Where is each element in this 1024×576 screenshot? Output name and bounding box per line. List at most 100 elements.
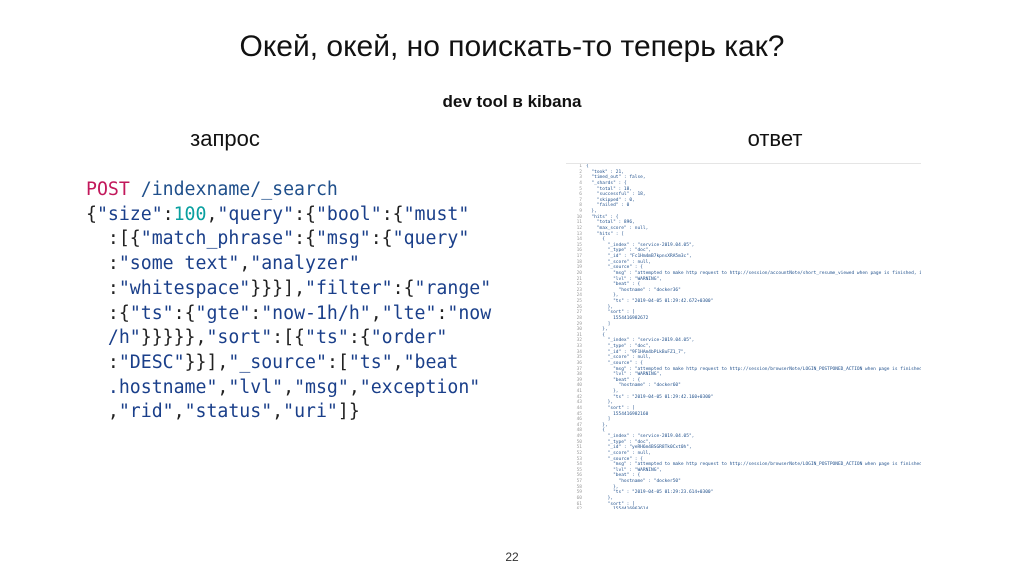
response-code-line: 62 1554416963614 bbox=[566, 507, 921, 509]
code-token: "msg" bbox=[294, 376, 349, 398]
response-code-text: "hostname" : "docker36" bbox=[586, 287, 681, 293]
code-token: "sort" bbox=[206, 327, 273, 349]
code-token: : bbox=[436, 302, 448, 324]
code-token: "lvl" bbox=[228, 376, 284, 398]
code-token: , bbox=[348, 376, 360, 398]
code-token: , bbox=[86, 401, 119, 423]
response-code-text: "_source" : { bbox=[586, 265, 643, 271]
code-token: "beat bbox=[403, 351, 459, 373]
code-token: "must" bbox=[403, 203, 470, 225]
code-token: }}], bbox=[184, 351, 229, 373]
code-token: "match_phrase" bbox=[140, 228, 295, 250]
code-token: :{ bbox=[294, 203, 316, 225]
code-token: :{ bbox=[86, 302, 130, 324]
response-code-text: "sort" : [ bbox=[586, 310, 635, 316]
response-code-text: }, bbox=[586, 484, 619, 490]
response-code-text: 1554416982160 bbox=[586, 411, 649, 417]
response-code-text: { bbox=[586, 428, 605, 434]
response-code-block: 1{2 "took" : 21, 3 "timed_out" : false, 4 … bbox=[566, 164, 921, 509]
response-code-text: "beat" : { bbox=[586, 473, 641, 479]
response-code-text: "msg" : "attempted to make http request … bbox=[586, 462, 921, 468]
slide-subtitle: dev tool в kibana bbox=[442, 92, 582, 111]
code-token: : bbox=[86, 351, 119, 373]
response-code-text: "total" : 18, bbox=[586, 186, 633, 192]
response-code-text: }, bbox=[586, 400, 614, 406]
response-code-text: "_index" : "service-2019.04.05", bbox=[586, 242, 695, 248]
response-code-text: "_type" : "doc", bbox=[586, 439, 652, 445]
request-code-line: .hostname","lvl","msg","exception" bbox=[86, 376, 506, 401]
response-code-text: "_type" : "doc", bbox=[586, 248, 652, 254]
code-token: 100 bbox=[173, 203, 207, 225]
response-code-text: "_id" : "9F1HAm4bPLkBuFZ1_7", bbox=[586, 349, 687, 355]
response-code-text: "_id" : "Fc1Hm4mB7kpnsXRA5m3c", bbox=[586, 254, 692, 259]
code-token: , bbox=[173, 401, 185, 423]
response-code-text: "beat" : { bbox=[586, 282, 641, 288]
code-token: "msg" bbox=[315, 228, 371, 250]
response-code-text: "timed_out" : false, bbox=[586, 175, 646, 181]
code-token: "size" bbox=[96, 203, 163, 225]
response-code-text: "sort" : [ bbox=[586, 501, 635, 507]
code-token: "whitespace" bbox=[118, 277, 251, 299]
code-token: }}}], bbox=[250, 277, 306, 299]
response-code-text: { bbox=[586, 332, 605, 338]
code-token: "analyzer" bbox=[250, 253, 360, 275]
response-code-text: "hostname" : "docker60" bbox=[586, 383, 681, 389]
code-token: :[{ bbox=[272, 327, 306, 349]
response-code-text: "ts" : "2019-04-05 01:29:42.672+0300" bbox=[586, 299, 714, 304]
code-token: : bbox=[250, 302, 262, 324]
request-code-line: {"size":100,"query":{"bool":{"must" bbox=[86, 203, 506, 228]
code-token: "range" bbox=[414, 277, 492, 299]
response-code-text: "hits" : [ bbox=[586, 231, 624, 237]
slide-title: Окей, окей, но поискать-то теперь как? bbox=[239, 30, 785, 63]
code-token: : bbox=[86, 253, 119, 275]
response-code-text: "_index" : "service-2019.04.05", bbox=[586, 338, 695, 344]
response-code-text: "_id" : "yeRH6m4BSGR8Tk0Cxt0h", bbox=[586, 445, 692, 451]
code-token: "ts" bbox=[305, 327, 349, 349]
request-code-line: :"DESC"}}],"_source":["ts","beat bbox=[86, 351, 506, 376]
code-token: "exception" bbox=[359, 376, 481, 398]
code-token: :[{ bbox=[86, 228, 141, 250]
response-code-text: "lvl" : "WARNING", bbox=[586, 276, 662, 282]
code-token: , bbox=[217, 376, 229, 398]
response-code-text: }, bbox=[586, 389, 619, 394]
code-token: "query" bbox=[217, 203, 295, 225]
response-code-text: }, bbox=[586, 327, 608, 333]
response-code-text: "beat" : { bbox=[586, 377, 641, 383]
response-code-text: }, bbox=[586, 209, 597, 214]
response-code-text: "total" : 896, bbox=[586, 220, 635, 226]
code-token: "lte" bbox=[381, 302, 437, 324]
response-code-text: }, bbox=[586, 304, 614, 310]
response-code-text: "took" : 21, bbox=[586, 169, 624, 175]
code-token: :{ bbox=[392, 277, 415, 299]
request-code-line: POST /indexname/_search bbox=[86, 178, 506, 203]
code-token: }}}}}, bbox=[140, 327, 207, 349]
code-token: "_source" bbox=[228, 351, 327, 373]
response-code-text: 1554416963614 bbox=[586, 507, 648, 509]
request-label: запрос bbox=[190, 126, 260, 151]
code-token: , bbox=[392, 351, 404, 373]
response-code-text: "_source" : { bbox=[586, 456, 643, 462]
code-token: "uri" bbox=[283, 401, 338, 423]
response-code-text: "skipped" : 0, bbox=[586, 197, 635, 203]
response-code-panel[interactable]: 1{2 "took" : 21, 3 "timed_out" : false, 4 … bbox=[566, 163, 921, 509]
code-token: "status" bbox=[184, 401, 273, 423]
page-number: 22 bbox=[505, 550, 519, 564]
response-code-text: "_score" : null, bbox=[586, 355, 652, 361]
code-token: , bbox=[206, 203, 218, 225]
response-code-text: }, bbox=[586, 422, 608, 428]
response-code-text: "successful" : 18, bbox=[586, 192, 646, 198]
request-code-block: POST /indexname/_search {"size":100,"quer… bbox=[86, 178, 506, 425]
code-token: :{ bbox=[348, 327, 371, 349]
response-code-text: "sort" : [ bbox=[586, 405, 635, 411]
request-code-line: :"whitespace"}}}],"filter":{"range" bbox=[86, 277, 506, 302]
code-token: : bbox=[162, 203, 174, 225]
response-code-text: "ts" : "2019-04-05 01:29:23.614+0300" bbox=[586, 490, 714, 496]
code-token: "rid" bbox=[118, 401, 174, 423]
code-token: :{ bbox=[173, 302, 196, 324]
code-token: :{ bbox=[381, 203, 404, 225]
response-code-text: "hostname" : "docker50" bbox=[586, 479, 681, 484]
response-code-text: "_score" : null, bbox=[586, 259, 652, 265]
code-token: :{ bbox=[294, 228, 316, 250]
code-token: , bbox=[283, 376, 295, 398]
response-code-text: "msg" : "attempted to make http request … bbox=[586, 270, 921, 276]
